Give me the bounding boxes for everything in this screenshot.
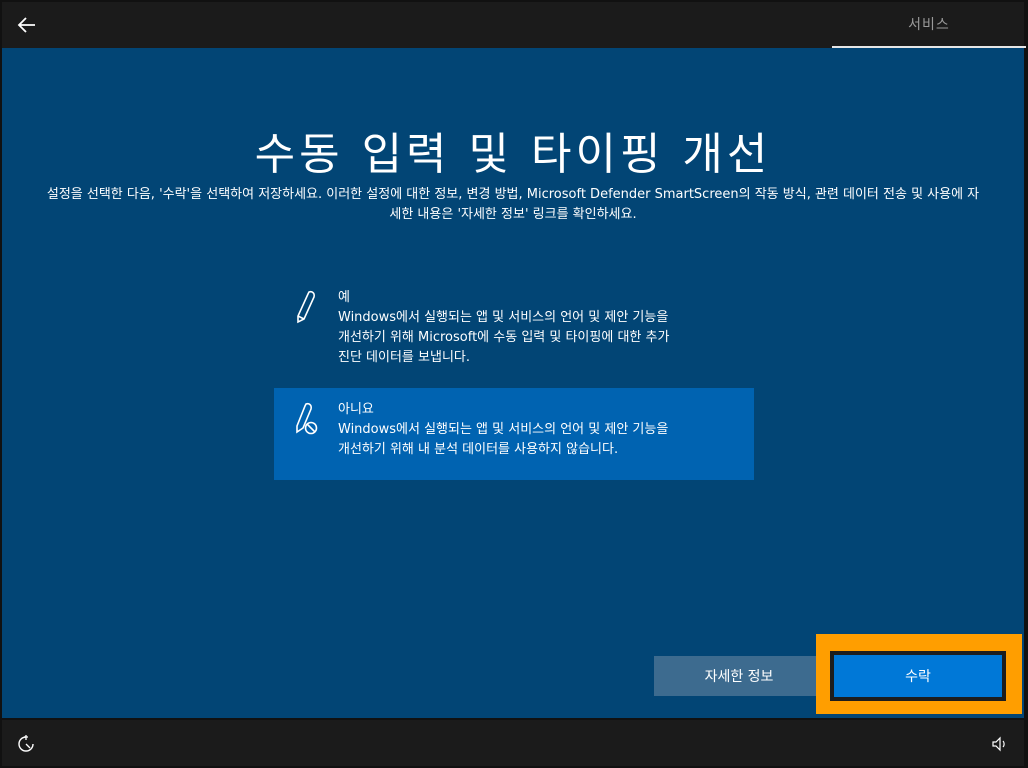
accept-button[interactable]: 수락 xyxy=(834,655,1002,697)
option-yes-title: 예 xyxy=(338,290,350,305)
back-button[interactable] xyxy=(10,8,44,42)
pen-blocked-icon xyxy=(296,402,318,435)
more-info-button[interactable]: 자세한 정보 xyxy=(654,656,824,696)
volume-icon[interactable] xyxy=(990,734,1010,754)
page-description: 설정을 선택한 다음, '수락'을 선택하여 저장하세요. 이러한 설정에 대한… xyxy=(46,187,980,222)
oobe-window: 서비스 수동 입력 및 타이핑 개선 설정을 선택한 다음, '수락'을 선택하… xyxy=(0,0,1028,768)
option-yes[interactable]: 예 Windows에서 실행되는 앱 및 서비스의 언어 및 제안 기능을 개선… xyxy=(274,276,754,372)
ease-of-access-icon[interactable] xyxy=(16,734,36,754)
pen-icon xyxy=(297,290,315,324)
option-no-description: Windows에서 실행되는 앱 및 서비스의 언어 및 제안 기능을 개선하기… xyxy=(338,422,669,457)
top-bar: 서비스 xyxy=(2,2,1026,48)
page-title: 수동 입력 및 타이핑 개선 xyxy=(254,129,772,180)
option-yes-description: Windows에서 실행되는 앱 및 서비스의 언어 및 제안 기능을 개선하기… xyxy=(338,310,670,365)
tab-services: 서비스 xyxy=(832,2,1026,48)
bottom-bar xyxy=(2,720,1024,766)
back-arrow-icon xyxy=(17,17,35,33)
option-no-title: 아니요 xyxy=(338,402,374,417)
main-panel: 수동 입력 및 타이핑 개선 설정을 선택한 다음, '수락'을 선택하여 저장… xyxy=(2,48,1024,718)
option-no[interactable]: 아니요 Windows에서 실행되는 앱 및 서비스의 언어 및 제안 기능을 … xyxy=(274,388,754,480)
